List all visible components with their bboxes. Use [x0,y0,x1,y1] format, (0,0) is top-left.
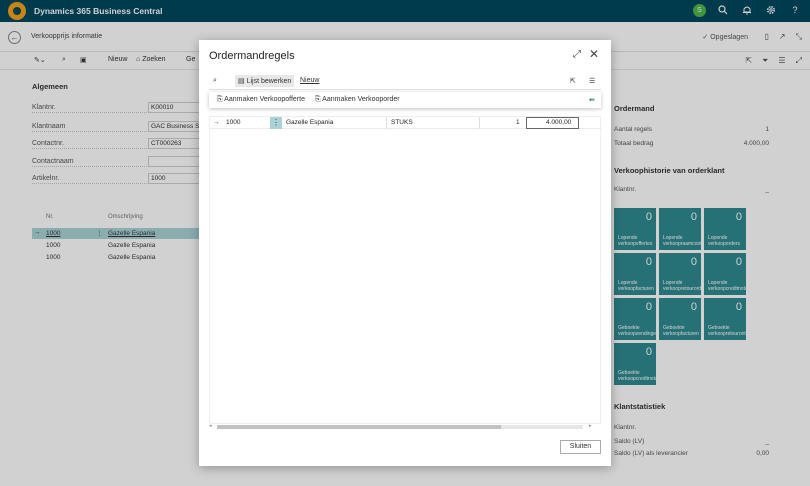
row-desc[interactable]: Gazelle Espania [286,119,333,126]
row-nr[interactable]: 1000 [226,119,240,126]
scroll-right-icon[interactable]: ▸ [589,423,592,429]
actions-menu: ⎘ Aanmaken Verkoopofferte ⎘ Aanmaken Ver… [209,92,601,108]
create-quote-label: Aanmaken Verkoopofferte [224,96,305,103]
row-qty[interactable]: 1 [516,119,520,126]
dialog-toolbar: ⌕ ▤ Lijst bewerken Nieuw ⇱ ☰ [209,74,601,90]
horizontal-scrollbar[interactable]: ◂ ▸ [209,423,601,430]
cell-divider [479,117,480,129]
search-icon[interactable]: ⌕ [213,77,217,85]
ordermandregels-dialog: Ordermandregels ⤢ ✕ ⌕ ▤ Lijst bewerken N… [199,40,611,466]
dialog-grid: → 1000 ⋮ Gazelle Espania STUKS 1 4.000,0… [209,116,602,424]
row-amount[interactable]: 4.000,00 [546,119,571,126]
edit-list-label: Lijst bewerken [246,78,292,85]
share-icon[interactable]: ⇱ [570,77,576,85]
create-order-button[interactable]: ⎘ Aanmaken Verkooporder [315,96,400,104]
scroll-left-icon[interactable]: ◂ [209,423,212,429]
create-order-label: Aanmaken Verkooporder [322,96,400,103]
pin-icon[interactable]: ⇚ [589,96,595,104]
list-view-icon[interactable]: ☰ [589,77,595,85]
create-quote-button[interactable]: ⎘ Aanmaken Verkoopofferte [217,96,305,104]
expand-dialog-icon[interactable]: ⤢ [573,49,581,60]
row-arrow-icon: → [213,119,220,126]
close-dialog-icon[interactable]: ✕ [589,47,599,61]
new-button[interactable]: Nieuw [300,77,319,84]
dialog-title: Ordermandregels [209,50,295,62]
cell-divider [386,117,387,129]
row-unit[interactable]: STUKS [391,119,413,126]
close-button[interactable]: Sluiten [560,440,601,454]
table-row[interactable]: → 1000 ⋮ Gazelle Espania STUKS 1 4.000,0… [210,117,602,129]
scroll-track[interactable] [217,425,583,429]
row-kebab-icon[interactable]: ⋮ [270,117,282,129]
scroll-thumb[interactable] [217,425,501,429]
edit-list-button[interactable]: ▤ Lijst bewerken [235,75,295,87]
